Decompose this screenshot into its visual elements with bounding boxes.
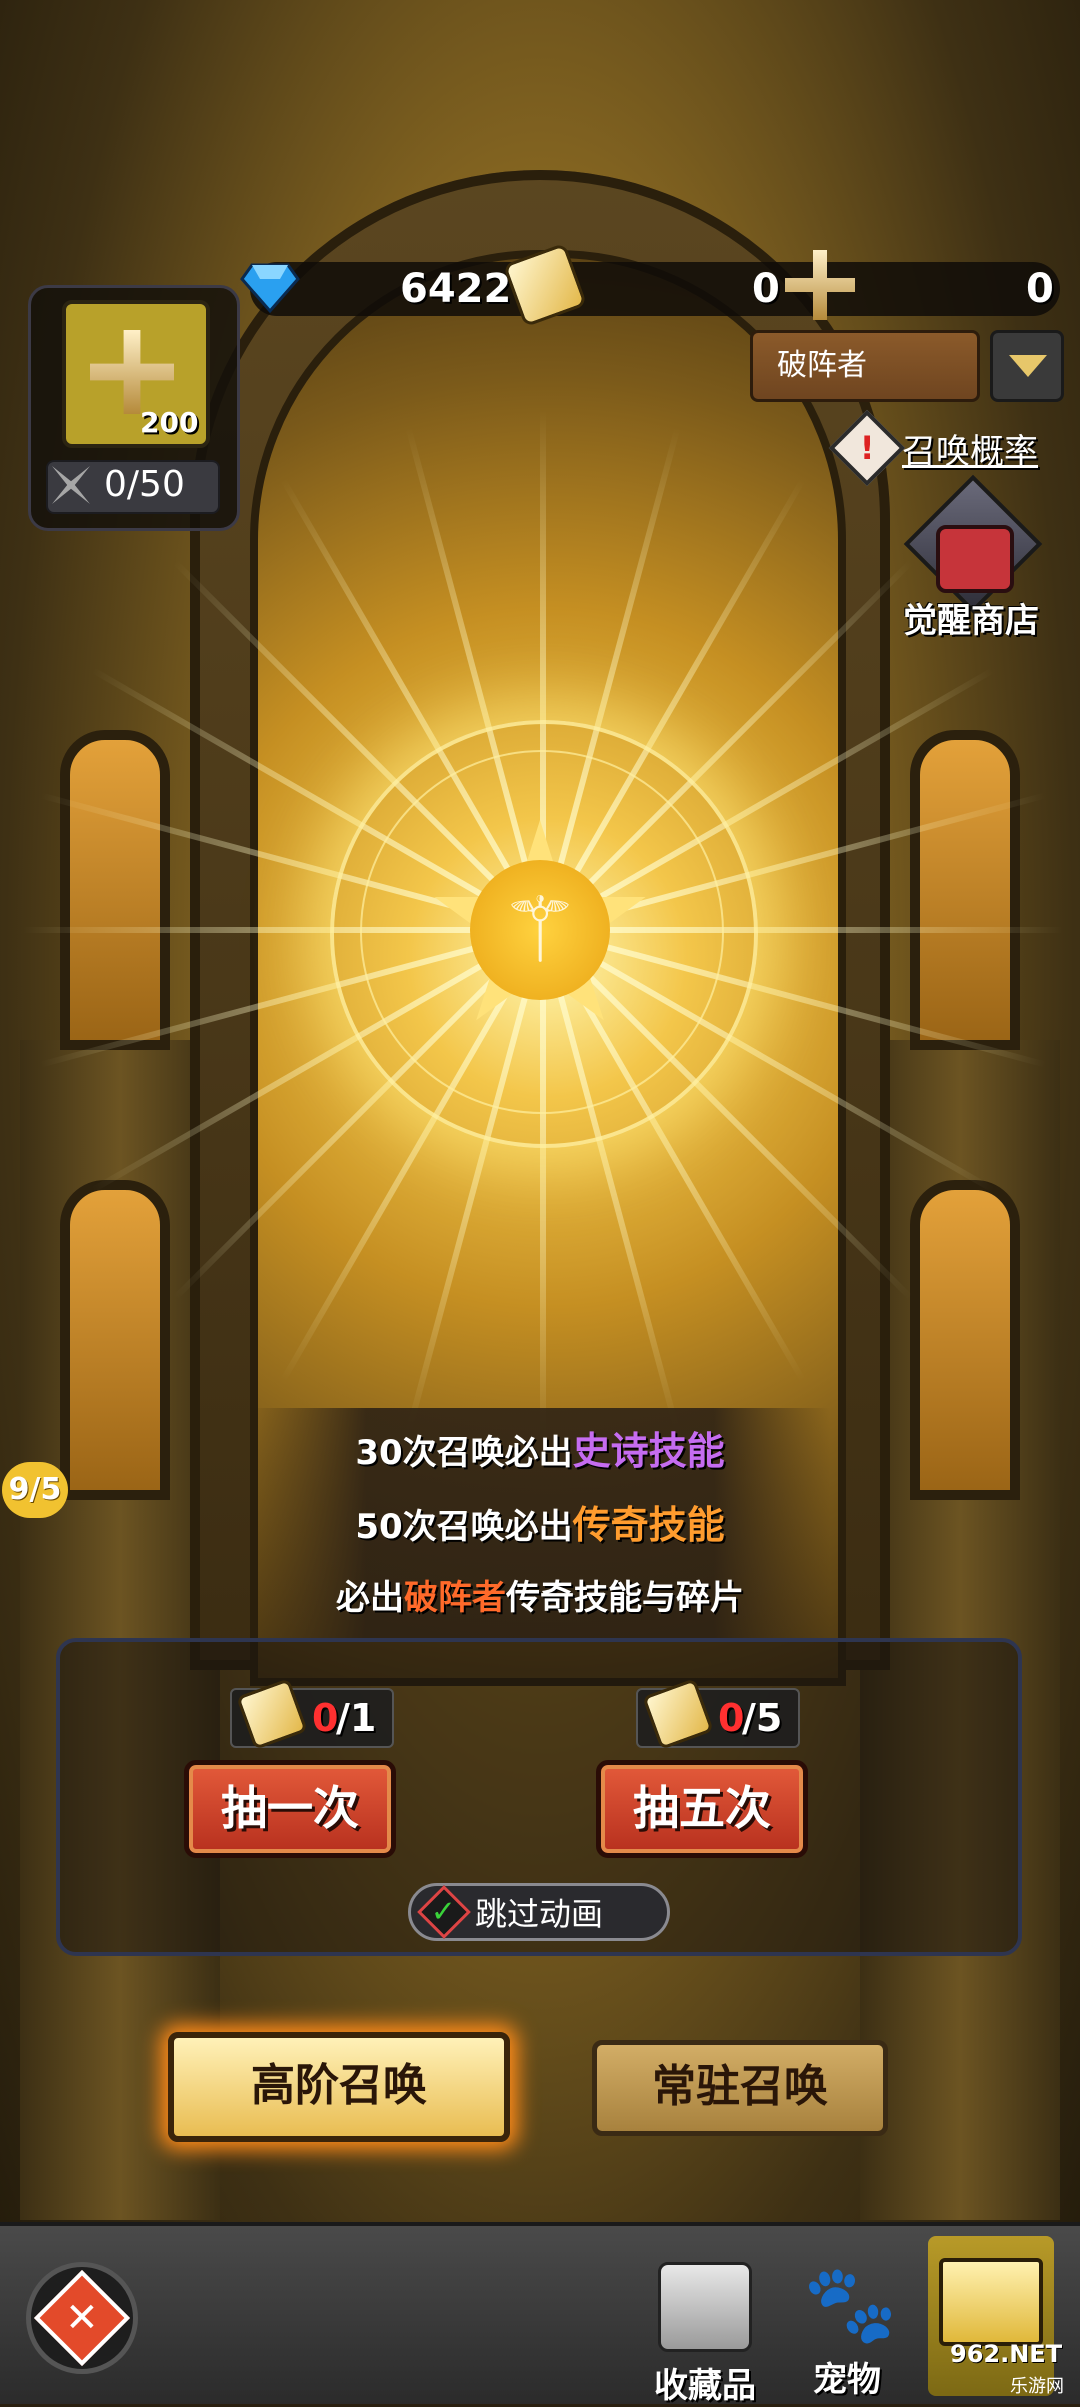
fragment-count: 0/50 — [104, 464, 185, 505]
single-pull-cost: 0 /1 — [230, 1678, 394, 1750]
legend-highlight: 传奇技能 — [572, 1503, 725, 1547]
skip-animation-toggle[interactable]: ✓ 跳过动画 — [408, 1883, 670, 1941]
watermark-brand: 962.NET — [950, 2340, 1063, 2368]
probability-label: 召唤概率 — [902, 431, 1038, 472]
warning-icon: ! — [828, 409, 906, 487]
hero-highlight: 破阵者 — [404, 1578, 506, 1618]
left-stained-window — [60, 730, 170, 1050]
spellbook-icon — [939, 2258, 1043, 2346]
right-stained-window — [910, 730, 1020, 1050]
probability-link[interactable]: ! 召唤概率 — [828, 409, 1038, 487]
hero-select-dropdown[interactable]: 破阵者 — [750, 330, 980, 402]
pets-label: 宠物 — [813, 2360, 881, 2400]
watermark-sub: 乐游网 — [1010, 2376, 1064, 2397]
summon-rune-icon: ⚚ — [470, 860, 610, 1000]
left-lower-window — [60, 1180, 170, 1500]
resource-bar — [250, 262, 1060, 316]
bottom-nav-bar — [0, 2222, 1080, 2404]
scroll-icon — [236, 1678, 308, 1750]
legend-guarantee-text: 50次召唤必出传奇技能 — [355, 1503, 725, 1547]
tab-standard-summon[interactable]: 常驻召唤 — [592, 2040, 888, 2136]
chevron-down-icon — [1009, 355, 1047, 377]
dropdown-toggle-button[interactable] — [990, 330, 1064, 402]
awaken-shop-button[interactable]: 觉醒商店 — [896, 474, 1046, 641]
hero-guarantee-text: 必出破阵者传奇技能与碎片 — [336, 1578, 744, 1618]
awaken-token-count: 200 — [140, 406, 199, 439]
awaken-shop-label: 觉醒商店 — [903, 601, 1039, 641]
scroll-icon — [642, 1678, 714, 1750]
five-pull-cost: 0 /5 — [636, 1678, 800, 1750]
checkbox-checked-icon: ✓ — [417, 1885, 471, 1939]
epic-guarantee-text: 30次召唤必出史诗技能 — [355, 1429, 725, 1473]
tab-advanced-summon[interactable]: 高阶召唤 — [168, 2032, 510, 2142]
nav-item-pets[interactable]: 🐾 宠物 — [782, 2259, 912, 2401]
skip-animation-label: 跳过动画 — [475, 1895, 604, 1933]
gem-count: 6422 — [400, 266, 512, 312]
treasure-chest-icon — [936, 525, 1014, 593]
puzzle-icon — [658, 2262, 752, 2352]
right-lower-window — [910, 1180, 1020, 1500]
scroll-count: 0 — [752, 266, 780, 312]
paw-icon: 🐾 — [803, 2259, 898, 2348]
cross-count: 0 — [1026, 266, 1054, 312]
pity-counter-badge[interactable]: 9/5 — [2, 1462, 68, 1518]
pull-once-button[interactable]: 抽一次 — [184, 1760, 396, 1858]
epic-highlight: 史诗技能 — [572, 1429, 725, 1473]
pull-five-button[interactable]: 抽五次 — [596, 1760, 808, 1858]
nav-item-collection[interactable]: 收藏品 — [640, 2262, 770, 2406]
diamond-icon — [240, 263, 300, 314]
